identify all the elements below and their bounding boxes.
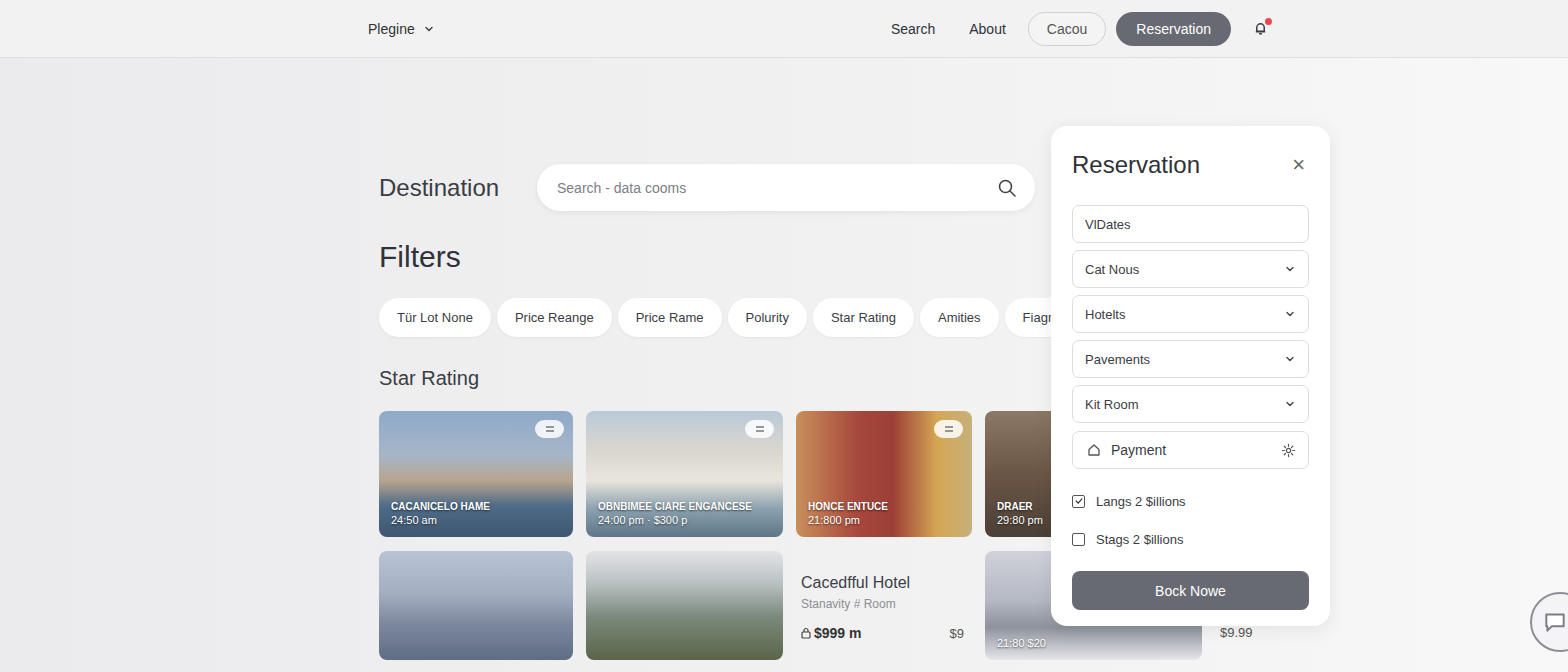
chat-button[interactable] xyxy=(1530,592,1568,652)
filter-chip[interactable]: Polurity xyxy=(728,298,807,337)
card-title: OBNBIMEE CIARE ENGANCESE xyxy=(598,500,775,513)
hotel-card[interactable] xyxy=(586,551,783,660)
reservation-fields: VlDates Cat Nous Hotelts Pavements Kit R… xyxy=(1072,205,1309,469)
card-title: CACANICELO HAME xyxy=(391,500,565,513)
book-button[interactable]: Bock Nowe xyxy=(1072,571,1309,610)
search-icon[interactable] xyxy=(997,178,1017,198)
field-label: Hotelts xyxy=(1085,307,1274,322)
lock-icon xyxy=(801,627,811,639)
home-icon xyxy=(1087,443,1101,457)
select-field[interactable]: Pavements xyxy=(1072,340,1309,378)
reservation-options: Langs 2 $illions Stags 2 $illions xyxy=(1072,491,1309,549)
card-caption: 21:80 $20 xyxy=(997,636,1194,650)
card-time: 21:800 pm xyxy=(808,513,964,527)
card-caption: CACANICELO HAME 24:50 am xyxy=(391,500,565,527)
trailing-price: $9.99 xyxy=(1220,625,1253,640)
filter-chip[interactable]: Star Rating xyxy=(813,298,914,337)
hotel-card[interactable]: HONCE ENTUCE 21:800 pm xyxy=(796,411,972,537)
nav-item[interactable]: Cacou xyxy=(1028,12,1106,46)
filter-chip[interactable]: Price Reange xyxy=(497,298,612,337)
select-field[interactable]: Cat Nous xyxy=(1072,250,1309,288)
select-field[interactable]: Kit Room xyxy=(1072,385,1309,423)
menu-icon xyxy=(544,425,556,433)
chevron-down-icon xyxy=(1284,308,1296,320)
filter-chip[interactable]: Price Rame xyxy=(618,298,722,337)
filter-chip[interactable]: Tür Lot None xyxy=(379,298,491,337)
field-label: Kit Room xyxy=(1085,397,1274,412)
chevron-down-icon xyxy=(423,23,435,35)
option-row[interactable]: Stags 2 $illions xyxy=(1072,529,1309,549)
search-field[interactable]: Search - data cooms xyxy=(537,164,1035,211)
card-caption: HONCE ENTUCE 21:800 pm xyxy=(808,500,964,527)
reservation-panel: Reservation × VlDates Cat Nous Hotelts P… xyxy=(1051,126,1330,626)
filters-title: Filters xyxy=(379,239,1568,275)
panel-header: Reservation × xyxy=(1072,148,1309,182)
save-badge[interactable] xyxy=(745,420,774,438)
card-time: 21:80 $20 xyxy=(997,636,1194,650)
nav-item[interactable]: Search xyxy=(879,13,947,45)
chevron-down-icon xyxy=(1284,353,1296,365)
card-caption: OBNBIMEE CIARE ENGANCESE 24:00 pm · $300… xyxy=(598,500,775,527)
menu-icon xyxy=(943,425,955,433)
top-nav: Plegine Search About Cacou Reservation xyxy=(0,0,1568,58)
field-label: VlDates xyxy=(1085,217,1296,232)
check-icon xyxy=(1074,496,1084,506)
section-title: Star Rating xyxy=(379,365,1568,391)
filter-chip[interactable]: Amities xyxy=(920,298,999,337)
nav-item[interactable]: Reservation xyxy=(1116,12,1231,46)
filter-chips: Tür Lot NonePrice ReangePrice RamePoluri… xyxy=(379,298,1568,337)
notifications-button[interactable] xyxy=(1253,21,1268,36)
main-content: Destination Search - data cooms Filters … xyxy=(0,58,1568,660)
select-field[interactable]: Hotelts xyxy=(1072,295,1309,333)
close-button[interactable]: × xyxy=(1288,152,1309,178)
menu-icon xyxy=(754,425,766,433)
checkbox[interactable] xyxy=(1072,495,1085,508)
field-label: Payment xyxy=(1111,442,1271,458)
room-type: Stanavity # Room xyxy=(801,597,964,612)
chevron-down-icon xyxy=(1284,398,1296,410)
hotel-card[interactable] xyxy=(379,551,573,660)
card-title: HONCE ENTUCE xyxy=(808,500,964,513)
notification-dot xyxy=(1265,18,1272,25)
brand-menu[interactable]: Plegine xyxy=(368,21,435,37)
hotel-card[interactable]: OBNBIMEE CIARE ENGANCESE 24:00 pm · $300… xyxy=(586,411,783,537)
card-time: 24:00 pm · $300 p xyxy=(598,513,775,527)
save-badge[interactable] xyxy=(535,420,564,438)
field-label: Pavements xyxy=(1085,352,1274,367)
card-row: CACANICELO HAME 24:50 am OBNBIMEE CIARE … xyxy=(379,411,1568,537)
hotel-name: Cacedfful Hotel xyxy=(801,573,964,593)
search-placeholder: Search - data cooms xyxy=(557,180,686,196)
destination-row: Destination Search - data cooms xyxy=(379,164,1568,211)
nav-item[interactable]: About xyxy=(957,13,1018,45)
option-label: Langs 2 $illions xyxy=(1096,494,1186,509)
page: Plegine Search About Cacou Reservation Dest… xyxy=(0,0,1568,672)
hotel-grid: CACANICELO HAME 24:50 am OBNBIMEE CIARE … xyxy=(379,411,1568,660)
hotel-info-card[interactable]: Cacedfful Hotel Stanavity # Room $999 m … xyxy=(796,551,972,660)
chat-icon xyxy=(1542,609,1568,635)
nav-links: Search About Cacou Reservation xyxy=(879,12,1268,46)
price-row: $999 m $9 xyxy=(801,625,964,641)
card-time: 24:50 am xyxy=(391,513,565,527)
checkbox[interactable] xyxy=(1072,533,1085,546)
gear-icon xyxy=(1281,443,1296,458)
hotel-card[interactable]: CACANICELO HAME 24:50 am xyxy=(379,411,573,537)
card-row: Cacedfful Hotel Stanavity # Room $999 m … xyxy=(379,551,1568,660)
payment-field[interactable]: Payment xyxy=(1072,431,1309,469)
brand-name: Plegine xyxy=(368,21,415,37)
panel-title: Reservation xyxy=(1072,151,1200,179)
price: $999 m xyxy=(801,625,861,641)
price-alt: $9 xyxy=(950,626,964,641)
save-badge[interactable] xyxy=(934,420,963,438)
destination-label: Destination xyxy=(379,174,509,202)
option-row[interactable]: Langs 2 $illions xyxy=(1072,491,1309,511)
option-label: Stags 2 $illions xyxy=(1096,532,1183,547)
text-field[interactable]: VlDates xyxy=(1072,205,1309,243)
chevron-down-icon xyxy=(1284,263,1296,275)
field-label: Cat Nous xyxy=(1085,262,1274,277)
